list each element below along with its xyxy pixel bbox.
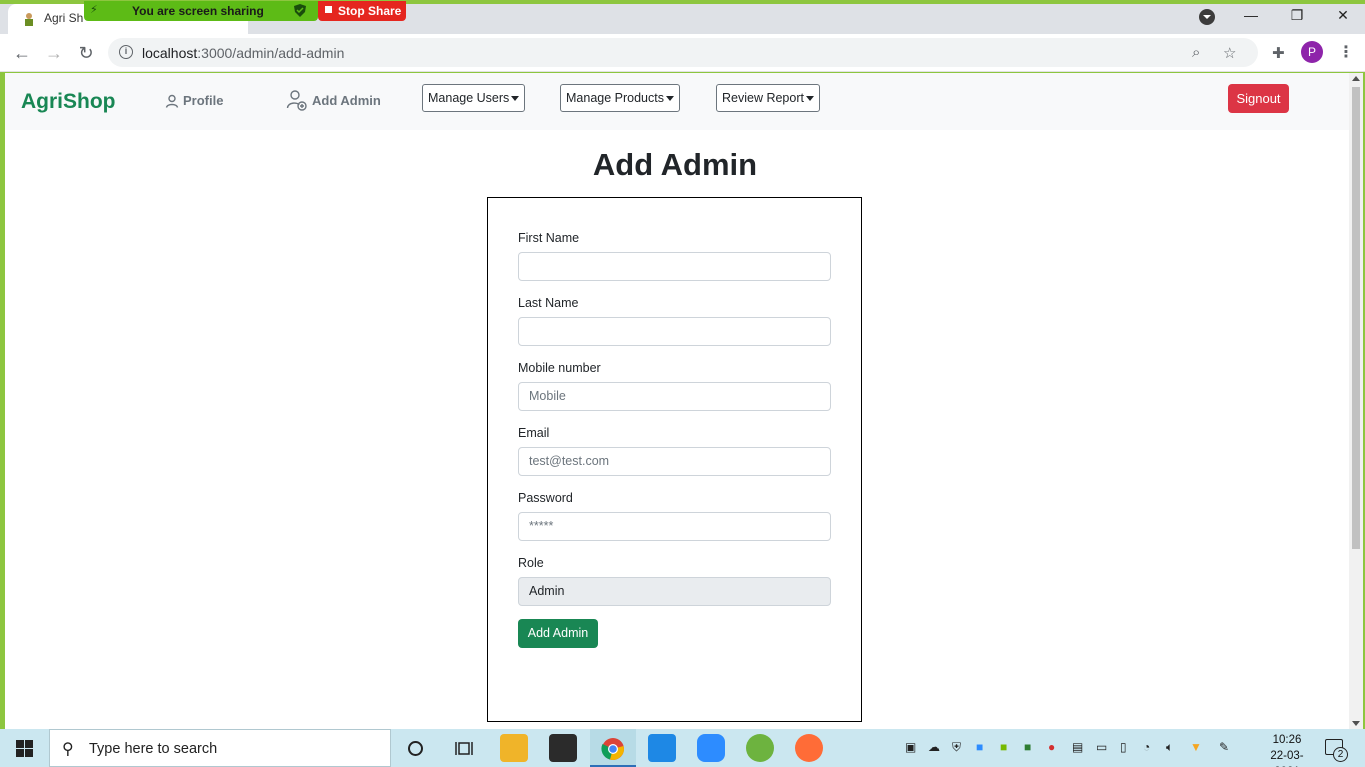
forward-icon[interactable]: →: [41, 40, 67, 66]
signout-button[interactable]: Signout: [1228, 84, 1289, 113]
volume-icon[interactable]: 🔈︎: [1166, 740, 1173, 755]
mobile-label: Mobile number: [518, 361, 601, 375]
password-label: Password: [518, 491, 573, 505]
review-report-label: Review Report: [722, 91, 804, 105]
wifi-icon[interactable]: ◔: [1143, 740, 1150, 754]
shield-check-icon: [294, 4, 306, 17]
nav-profile-label: Profile: [183, 93, 224, 108]
caret-down-icon: [805, 96, 814, 102]
manage-users-label: Manage Users: [428, 91, 510, 105]
role-input: Admin: [518, 577, 831, 606]
battery-icon[interactable]: ▯: [1120, 740, 1127, 754]
review-report-dropdown[interactable]: Review Report: [716, 84, 820, 112]
taskbar-search-placeholder: Type here to search: [89, 741, 218, 757]
caret-down-icon: [511, 96, 520, 102]
search-icon: ⚲: [62, 741, 74, 758]
vscode-icon[interactable]: [648, 734, 676, 762]
app-navbar: AgriShop Profile Add Admin Manage Users …: [5, 73, 1349, 130]
browser-menu-icon[interactable]: ⋮: [1338, 42, 1354, 62]
bolt-icon: ⚡: [90, 4, 98, 16]
person-add-icon: [286, 90, 307, 111]
screen-share-text: You are screen sharing: [132, 4, 264, 18]
cortana-icon[interactable]: [407, 740, 424, 757]
add-admin-form: First Name Last Name Mobile number Mobil…: [487, 197, 862, 722]
display-icon[interactable]: ▭: [1096, 740, 1107, 754]
scrollbar-thumb[interactable]: [1352, 87, 1360, 549]
person-icon: [165, 94, 179, 108]
screen-share-banner: ⚡ You are screen sharing: [84, 1, 318, 21]
add-admin-submit-button[interactable]: Add Admin: [518, 619, 598, 648]
windows-start-icon[interactable]: [16, 740, 33, 757]
farmer-favicon-icon: [25, 13, 33, 26]
clock-date: 22-03-2021: [1270, 750, 1304, 767]
url-host: localhost: [142, 45, 198, 61]
taskbar-search[interactable]: ⚲ Type here to search: [49, 729, 391, 767]
email-label: Email: [518, 426, 550, 440]
url-path: :3000/admin/add-admin: [197, 45, 345, 61]
file-explorer-icon[interactable]: [500, 734, 528, 762]
nav-add-admin[interactable]: Add Admin: [286, 89, 381, 111]
nav-profile[interactable]: Profile: [165, 93, 223, 108]
manage-products-dropdown[interactable]: Manage Products: [560, 84, 680, 112]
tab-search-icon[interactable]: [1199, 9, 1215, 25]
vlc-tray-icon[interactable]: ▼: [1190, 740, 1202, 754]
brand-logo[interactable]: AgriShop: [21, 90, 116, 114]
nvidia-icon[interactable]: ■: [1000, 740, 1007, 754]
page-viewport: AgriShop Profile Add Admin Manage Users …: [5, 73, 1349, 729]
site-info-icon[interactable]: i: [119, 45, 133, 59]
browser-toolbar: ← → ↻ i localhost:3000/admin/add-admin ⌕…: [0, 34, 1365, 72]
role-label: Role: [518, 556, 544, 570]
reload-icon[interactable]: ↻: [73, 40, 99, 66]
clock-time: 10:26: [1272, 734, 1302, 746]
onedrive-icon[interactable]: ☁: [928, 740, 940, 754]
close-window-button[interactable]: ✕: [1320, 4, 1365, 26]
chrome-icon: [601, 738, 624, 760]
page-scrollbar[interactable]: [1349, 73, 1363, 729]
manage-users-dropdown[interactable]: Manage Users: [422, 84, 526, 112]
address-bar[interactable]: i localhost:3000/admin/add-admin ⌕ ☆: [108, 38, 1258, 67]
extensions-puzzle-icon[interactable]: ✚: [1272, 44, 1285, 62]
notification-count-badge: 2: [1333, 747, 1348, 762]
url-text: localhost:3000/admin/add-admin: [142, 45, 344, 61]
system-clock[interactable]: 10:26 22-03-2021: [1262, 732, 1312, 767]
defender-icon[interactable]: ⛨: [952, 740, 961, 755]
manage-products-label: Manage Products: [566, 91, 664, 105]
password-input[interactable]: *****: [518, 512, 831, 541]
windows-taskbar: ⚲ Type here to search ▣ ☁ ⛨ ■ ■ ■ ● ▤ ▭ …: [0, 729, 1365, 767]
tab-title: Agri Sh: [44, 11, 84, 25]
back-icon[interactable]: ←: [9, 40, 35, 66]
postman-icon[interactable]: [795, 734, 823, 762]
stop-share-label: Stop Share: [338, 4, 402, 18]
zoom-app-icon[interactable]: [697, 734, 725, 762]
minimize-button[interactable]: —: [1228, 4, 1274, 26]
meet-now-icon[interactable]: ▣: [905, 740, 916, 754]
bookmark-star-icon[interactable]: ☆: [1223, 44, 1236, 62]
nav-add-admin-label: Add Admin: [312, 92, 381, 108]
chrome-taskbar-slot[interactable]: [590, 729, 636, 767]
pen-icon[interactable]: ✎: [1219, 740, 1229, 754]
store-icon[interactable]: [549, 734, 577, 762]
mobile-input[interactable]: Mobile: [518, 382, 831, 411]
network-adapter-icon[interactable]: ▤: [1072, 740, 1083, 754]
zoom-icon[interactable]: ⌕: [1192, 44, 1200, 61]
zoom-tray-icon[interactable]: ■: [976, 740, 983, 754]
restore-button[interactable]: ❐: [1274, 4, 1320, 26]
browser-tabstrip: Agri Sh ⚡ You are screen sharing Stop Sh…: [0, 0, 1365, 34]
whatsapp-icon[interactable]: ■: [1024, 740, 1031, 754]
page-title: Add Admin: [592, 147, 758, 182]
first-name-label: First Name: [518, 231, 580, 245]
antivirus-icon[interactable]: ●: [1048, 740, 1055, 754]
last-name-input[interactable]: [518, 317, 831, 346]
task-view-icon[interactable]: [455, 740, 473, 757]
caret-down-icon: [665, 96, 674, 102]
first-name-input[interactable]: [518, 252, 831, 281]
scroll-up-icon[interactable]: [1352, 76, 1360, 81]
last-name-label: Last Name: [518, 296, 579, 310]
email-input[interactable]: test@test.com: [518, 447, 831, 476]
scroll-down-icon[interactable]: [1352, 721, 1360, 726]
stop-share-button[interactable]: Stop Share: [318, 1, 406, 21]
stop-icon: [325, 6, 332, 13]
spring-tool-icon[interactable]: [746, 734, 774, 762]
profile-avatar[interactable]: P: [1301, 41, 1323, 63]
